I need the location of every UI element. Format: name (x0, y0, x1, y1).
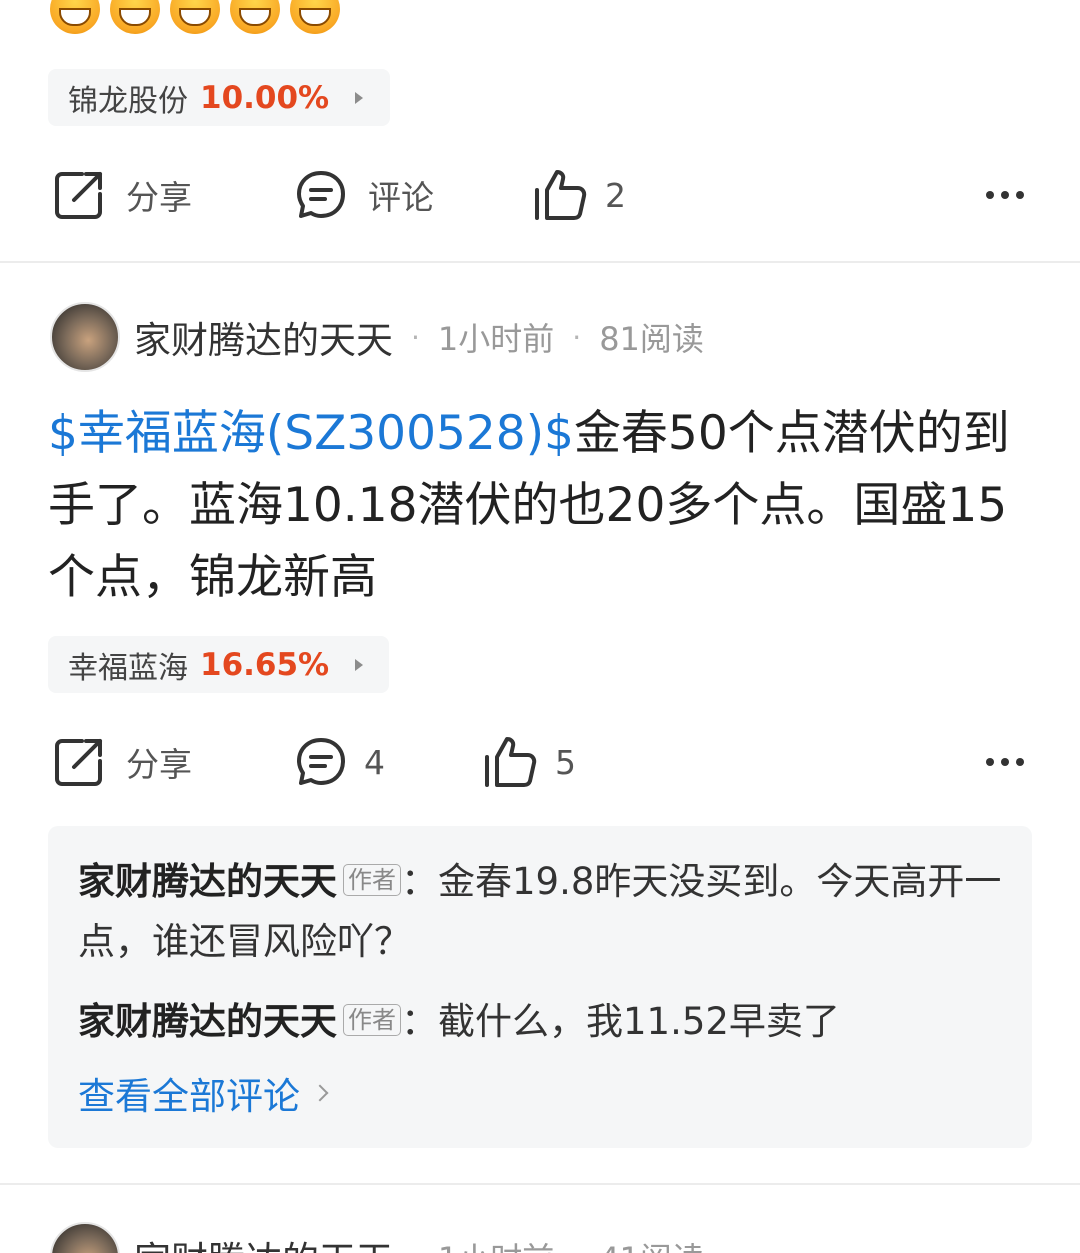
read-count: 81阅读 (599, 320, 704, 358)
grin-emoji-icon (230, 0, 280, 34)
comment-author[interactable]: 家财腾达的天天 (78, 1000, 337, 1043)
share-label: 分享 (126, 178, 192, 217)
post-divider (0, 1183, 1080, 1185)
post-time: 1小时前 (438, 1234, 554, 1253)
author-row: 家财腾达的天天 · 1小时前 · 41阅读 (50, 1222, 704, 1253)
author-row: 家财腾达的天天 · 1小时前 · 81阅读 (50, 302, 704, 372)
grin-emoji-icon (110, 0, 160, 34)
share-icon (55, 172, 102, 219)
meta-separator: · (411, 320, 420, 354)
comment-text: 截什么，我11.52早卖了 (438, 1000, 840, 1043)
emoji-row (50, 0, 340, 34)
comments-preview: 家财腾达的天天 作者 ：金春19.8昨天没买到。今天高开一点，谁还冒风险吖？ 家财腾… (48, 826, 1032, 1148)
post-text[interactable]: $幸福蓝海(SZ300528)$金春50个点潜伏的到手了。蓝海10.18潜伏的也… (48, 398, 1038, 614)
post-actions: 分享 4 5 (52, 732, 1028, 792)
view-all-comments-link[interactable]: 查看全部评论 (78, 1066, 1002, 1120)
thumbs-up-icon (535, 170, 587, 220)
author-name[interactable]: 家财腾达的天天 (134, 310, 393, 364)
avatar[interactable] (50, 1222, 120, 1253)
share-button[interactable]: 分享 (52, 735, 192, 789)
comment-author[interactable]: 家财腾达的天天 (78, 860, 337, 903)
share-label: 分享 (126, 745, 192, 784)
comment-icon (297, 171, 345, 218)
more-dot (1016, 758, 1024, 766)
comment-button[interactable]: 评论 (294, 168, 434, 222)
author-badge: 作者 (343, 1004, 401, 1036)
like-count: 5 (555, 742, 576, 782)
stock-change: 10.00% (200, 79, 330, 116)
like-button[interactable]: 2 (533, 168, 626, 222)
post-actions: 分享 评论 2 (52, 165, 1028, 225)
share-icon (55, 739, 102, 786)
author-badge: 作者 (343, 864, 401, 896)
comment-icon (297, 738, 345, 785)
comment-label: 评论 (368, 178, 434, 217)
share-button[interactable]: 分享 (52, 168, 192, 222)
feed-page: 锦龙股份 10.00% 分享 评论 2 家财腾达的天天 · 1小时前 · 81阅… (0, 0, 1080, 1253)
stock-link[interactable]: $幸福蓝海(SZ300528)$ (48, 406, 574, 461)
post-time: 1小时前 (437, 320, 555, 358)
more-options-button[interactable] (986, 758, 1024, 766)
play-arrow-icon (355, 658, 364, 671)
more-dot (1001, 758, 1009, 766)
view-all-label: 查看全部评论 (78, 1075, 300, 1118)
read-count: 41阅读 (599, 1234, 704, 1253)
comment-button[interactable]: 4 (294, 735, 385, 789)
comment-item[interactable]: 家财腾达的天天 作者 ：截什么，我11.52早卖了 (78, 992, 1002, 1052)
chevron-right-icon (311, 1084, 329, 1102)
post-divider (0, 261, 1080, 263)
more-dot (1016, 191, 1024, 199)
stock-change: 16.65% (200, 646, 330, 683)
meta-separator: · (411, 1241, 420, 1253)
more-options-button[interactable] (986, 191, 1024, 199)
stock-name: 幸福蓝海 (68, 650, 188, 686)
avatar[interactable] (50, 302, 120, 372)
comment-colon: ： (401, 1000, 438, 1043)
comment-colon: ： (401, 860, 438, 903)
more-dot (986, 191, 994, 199)
grin-emoji-icon (50, 0, 100, 34)
stock-name: 锦龙股份 (68, 83, 188, 119)
meta-separator: · (572, 320, 582, 354)
comment-item[interactable]: 家财腾达的天天 作者 ：金春19.8昨天没买到。今天高开一点，谁还冒风险吖？ (78, 852, 1002, 972)
thumbs-up-icon (485, 737, 537, 787)
stock-pill[interactable]: 锦龙股份 10.00% (48, 69, 390, 126)
grin-emoji-icon (170, 0, 220, 34)
author-name[interactable]: 家财腾达的天天 (134, 1230, 393, 1253)
like-count: 2 (605, 175, 626, 215)
meta-separator: · (572, 1241, 581, 1253)
grin-emoji-icon (290, 0, 340, 34)
like-button[interactable]: 5 (483, 735, 576, 789)
comment-count: 4 (364, 742, 385, 782)
more-dot (1001, 191, 1009, 199)
play-arrow-icon (355, 91, 364, 104)
stock-pill[interactable]: 幸福蓝海 16.65% (48, 636, 389, 693)
more-dot (986, 758, 994, 766)
